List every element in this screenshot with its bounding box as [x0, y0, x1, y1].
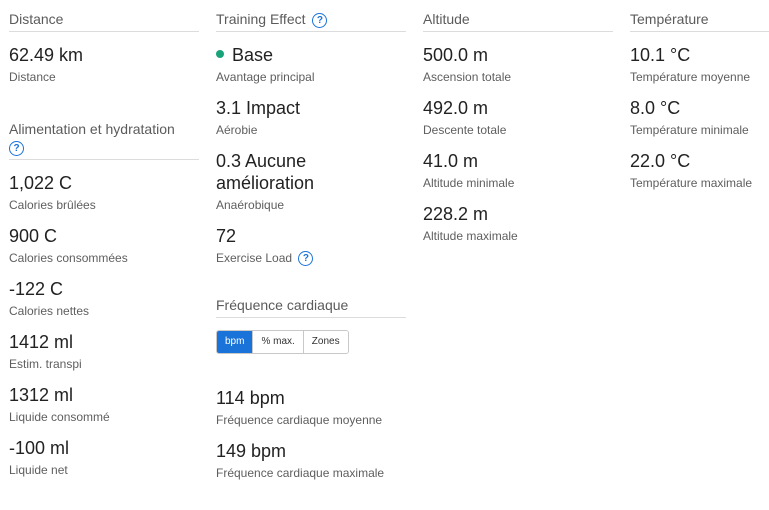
nutrition-item: 1412 ml Estim. transpi — [9, 331, 199, 372]
heart-rate-unit-toggle: bpm % max. Zones — [216, 330, 349, 354]
nutrition-item: 1,022 C Calories brûlées — [9, 172, 199, 213]
nutrition-header-text: Alimentation et hydratation — [9, 121, 175, 137]
nutrition-value: -122 C — [9, 279, 64, 299]
distance-value: 62.49 km — [9, 45, 84, 65]
training-effect-header-text: Training Effect — [216, 11, 306, 27]
heart-rate-item: 114 bpm Fréquence cardiaque moyenne — [216, 387, 406, 428]
nutrition-value: 1312 ml — [9, 385, 74, 405]
aerobic-stat: 3.1 Impact Aérobie — [216, 97, 406, 138]
nutrition-label: Estim. transpi — [9, 357, 82, 371]
temperature-item: 10.1 °C Température moyenne — [630, 44, 769, 85]
altitude-label: Altitude minimale — [423, 176, 515, 190]
temperature-header: Température — [630, 10, 769, 32]
primary-benefit-value-row: Base — [216, 44, 406, 66]
column-temperature: Température 10.1 °C Température moyenne … — [630, 0, 769, 191]
toggle-percent-max-button[interactable]: % max. — [252, 331, 303, 353]
nutrition-value: 1412 ml — [9, 332, 74, 352]
nutrition-label: Calories nettes — [9, 304, 90, 318]
exercise-load-value: 72 — [216, 226, 237, 246]
nutrition-label: Liquide net — [9, 463, 68, 477]
anaerobic-label: Anaérobique — [216, 198, 285, 212]
primary-benefit-label: Avantage principal — [216, 70, 315, 84]
distance-label: Distance — [9, 70, 56, 84]
heart-rate-value: 114 bpm — [216, 388, 285, 408]
temperature-section: Température 10.1 °C Température moyenne … — [630, 10, 769, 191]
exercise-load-label: Exercise Load — [216, 251, 293, 265]
toggle-zones-button[interactable]: Zones — [302, 331, 348, 353]
distance-section: Distance 62.49 km Distance — [9, 10, 199, 85]
temperature-label: Température minimale — [630, 123, 749, 137]
heart-rate-label: Fréquence cardiaque maximale — [216, 466, 385, 480]
column-distance-nutrition: Distance 62.49 km Distance Alimentation … — [9, 0, 199, 478]
nutrition-value: -100 ml — [9, 438, 70, 458]
nutrition-header: Alimentation et hydratation ? — [9, 120, 199, 160]
distance-header: Distance — [9, 10, 199, 32]
temperature-value: 10.1 °C — [630, 45, 691, 65]
temperature-label: Température moyenne — [630, 70, 751, 84]
heart-rate-item: 149 bpm Fréquence cardiaque maximale — [216, 440, 406, 481]
temperature-value: 22.0 °C — [630, 151, 691, 171]
nutrition-label: Calories consommées — [9, 251, 128, 265]
aerobic-label: Aérobie — [216, 123, 258, 137]
nutrition-item: 900 C Calories consommées — [9, 225, 199, 266]
training-effect-section: Training Effect ? Base Avantage principa… — [216, 10, 406, 266]
altitude-value: 228.2 m — [423, 204, 489, 224]
heart-rate-header: Fréquence cardiaque — [216, 296, 406, 318]
primary-benefit-value: Base — [232, 45, 274, 65]
aerobic-value: 3.1 Impact — [216, 98, 301, 118]
altitude-value: 492.0 m — [423, 98, 489, 118]
altitude-item: 41.0 m Altitude minimale — [423, 150, 613, 191]
nutrition-section: Alimentation et hydratation ? 1,022 C Ca… — [9, 120, 199, 478]
distance-stat: 62.49 km Distance — [9, 44, 199, 85]
nutrition-item: 1312 ml Liquide consommé — [9, 384, 199, 425]
toggle-bpm-button[interactable]: bpm — [217, 331, 253, 353]
heart-rate-label: Fréquence cardiaque moyenne — [216, 413, 383, 427]
altitude-label: Ascension totale — [423, 70, 512, 84]
nutrition-label: Calories brûlées — [9, 198, 96, 212]
anaerobic-value: 0.3 Aucune amélioration — [216, 151, 315, 193]
question-circle-icon[interactable]: ? — [9, 141, 24, 156]
status-dot-icon — [216, 50, 224, 58]
question-circle-icon[interactable]: ? — [298, 251, 314, 266]
heart-rate-section: Fréquence cardiaque bpm % max. Zones 114… — [216, 296, 406, 481]
nutrition-value: 1,022 C — [9, 173, 73, 193]
column-training-heart-rate: Training Effect ? Base Avantage principa… — [216, 0, 406, 481]
altitude-item: 492.0 m Descente totale — [423, 97, 613, 138]
altitude-value: 41.0 m — [423, 151, 479, 171]
altitude-value: 500.0 m — [423, 45, 489, 65]
temperature-item: 22.0 °C Température maximale — [630, 150, 769, 191]
altitude-section: Altitude 500.0 m Ascension totale 492.0 … — [423, 10, 613, 244]
primary-benefit-stat: Base Avantage principal — [216, 44, 406, 85]
nutrition-label: Liquide consommé — [9, 410, 110, 424]
altitude-header: Altitude — [423, 10, 613, 32]
altitude-label: Altitude maximale — [423, 229, 518, 243]
column-altitude: Altitude 500.0 m Ascension totale 492.0 … — [423, 0, 613, 244]
temperature-value: 8.0 °C — [630, 98, 681, 118]
altitude-item: 500.0 m Ascension totale — [423, 44, 613, 85]
altitude-label: Descente totale — [423, 123, 507, 137]
heart-rate-value: 149 bpm — [216, 441, 287, 461]
temperature-item: 8.0 °C Température minimale — [630, 97, 769, 138]
training-effect-header: Training Effect ? — [216, 10, 406, 32]
nutrition-value: 900 C — [9, 226, 58, 246]
temperature-label: Température maximale — [630, 176, 753, 190]
altitude-item: 228.2 m Altitude maximale — [423, 203, 613, 244]
question-circle-icon[interactable]: ? — [312, 13, 328, 28]
exercise-load-label-row: Exercise Load ? — [216, 250, 406, 266]
exercise-load-stat: 72 Exercise Load ? — [216, 225, 406, 266]
nutrition-item: -122 C Calories nettes — [9, 278, 199, 319]
nutrition-item: -100 ml Liquide net — [9, 437, 199, 478]
anaerobic-stat: 0.3 Aucune amélioration Anaérobique — [216, 150, 406, 213]
